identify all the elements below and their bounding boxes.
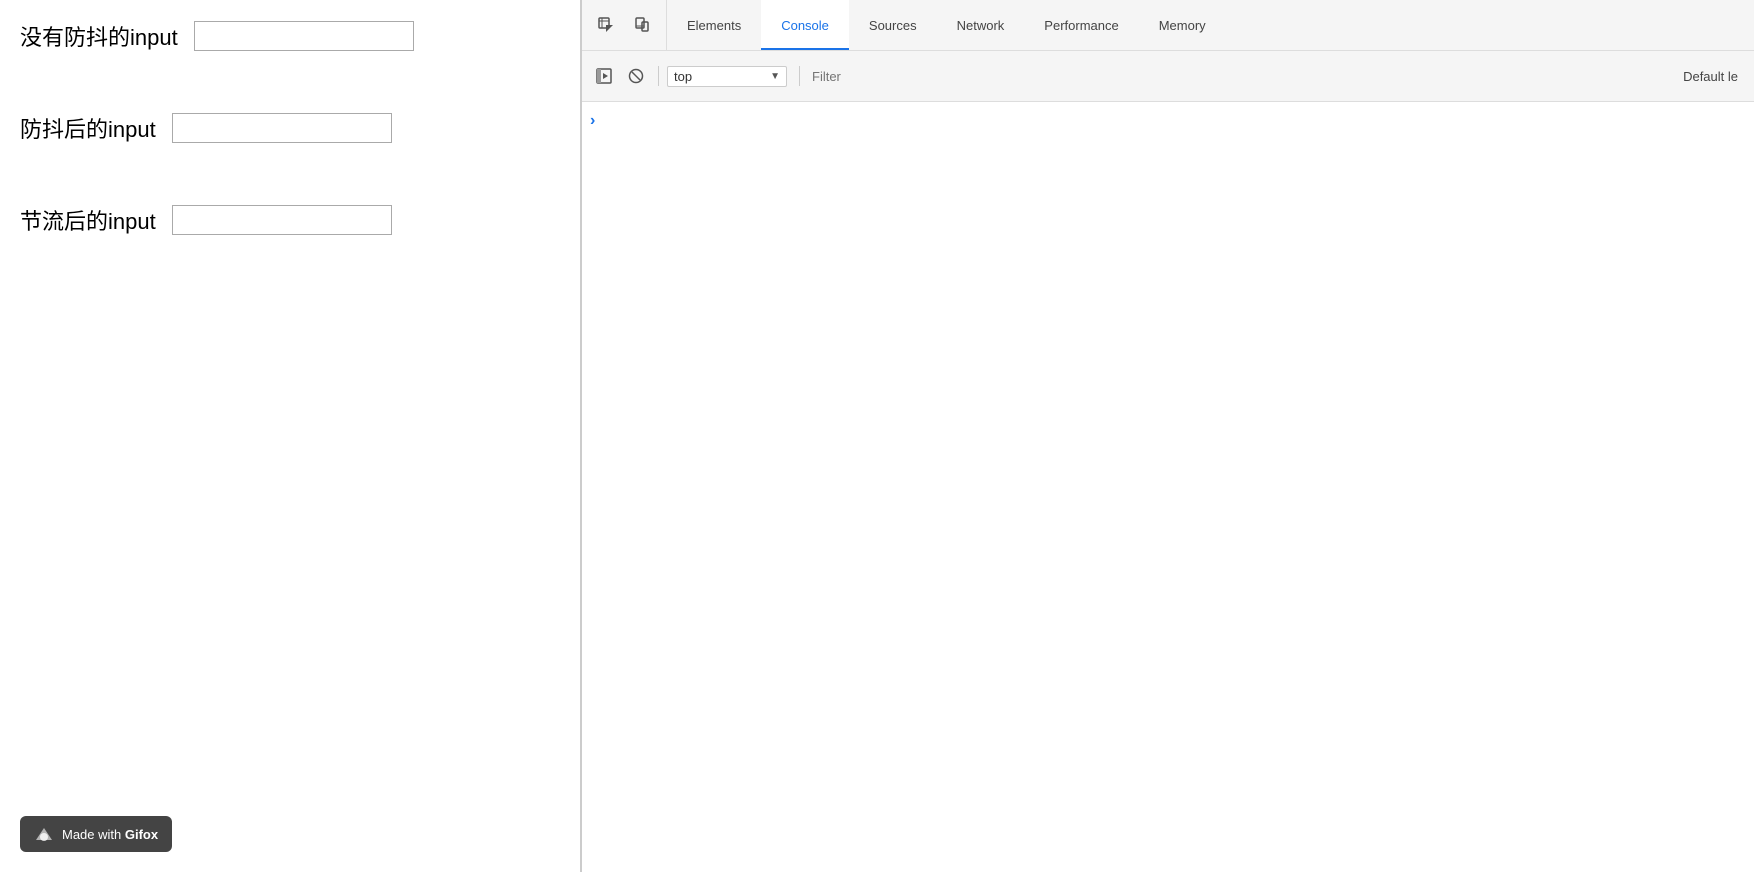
gifox-icon xyxy=(34,824,54,844)
clear-console-button[interactable] xyxy=(622,62,650,90)
tab-memory[interactable]: Memory xyxy=(1139,0,1226,50)
device-emulation-icon xyxy=(634,17,650,33)
console-toolbar: top ▼ Default le xyxy=(582,51,1754,102)
webpage-content: 没有防抖的input 防抖后的input 节流后的input Made with… xyxy=(0,0,580,872)
gifox-badge: Made with Gifox xyxy=(20,816,172,852)
console-sidebar-icon xyxy=(596,68,612,84)
inspect-icon xyxy=(598,17,614,33)
clear-console-icon xyxy=(628,68,644,84)
gifox-brand: Gifox xyxy=(125,827,158,842)
tab-sources[interactable]: Sources xyxy=(849,0,937,50)
default-levels-label: Default le xyxy=(1683,69,1746,84)
tab-elements[interactable]: Elements xyxy=(667,0,761,50)
console-chevron[interactable]: › xyxy=(582,110,1754,132)
input-no-debounce[interactable] xyxy=(194,21,414,51)
context-selector-arrow: ▼ xyxy=(770,71,780,82)
device-emulation-button[interactable] xyxy=(626,9,658,41)
input-throttle[interactable] xyxy=(172,205,392,235)
console-sidebar-button[interactable] xyxy=(590,62,618,90)
label-debounce: 防抖后的input xyxy=(20,112,156,144)
filter-separator xyxy=(799,66,800,86)
tab-network[interactable]: Network xyxy=(937,0,1025,50)
tab-performance[interactable]: Performance xyxy=(1024,0,1138,50)
console-content: › xyxy=(582,102,1754,872)
tab-console[interactable]: Console xyxy=(761,0,849,50)
devtools-tabs-list: Elements Console Sources Network Perform… xyxy=(667,0,1754,50)
label-no-debounce: 没有防抖的input xyxy=(20,20,178,52)
filter-input[interactable] xyxy=(812,69,1679,84)
toolbar-separator xyxy=(658,66,659,86)
label-throttle: 节流后的input xyxy=(20,204,156,236)
context-selector[interactable]: top ▼ xyxy=(667,66,787,87)
input-row-2: 防抖后的input xyxy=(20,112,580,144)
gifox-text: Made with Gifox xyxy=(62,827,158,842)
devtools-toolbar-icons xyxy=(582,0,667,50)
devtools-panel: Elements Console Sources Network Perform… xyxy=(582,0,1754,872)
inspect-icon-button[interactable] xyxy=(590,9,622,41)
input-row-1: 没有防抖的input xyxy=(20,20,580,52)
devtools-tab-bar: Elements Console Sources Network Perform… xyxy=(582,0,1754,51)
input-debounce[interactable] xyxy=(172,113,392,143)
context-selector-value: top xyxy=(674,69,766,84)
input-row-3: 节流后的input xyxy=(20,204,580,236)
